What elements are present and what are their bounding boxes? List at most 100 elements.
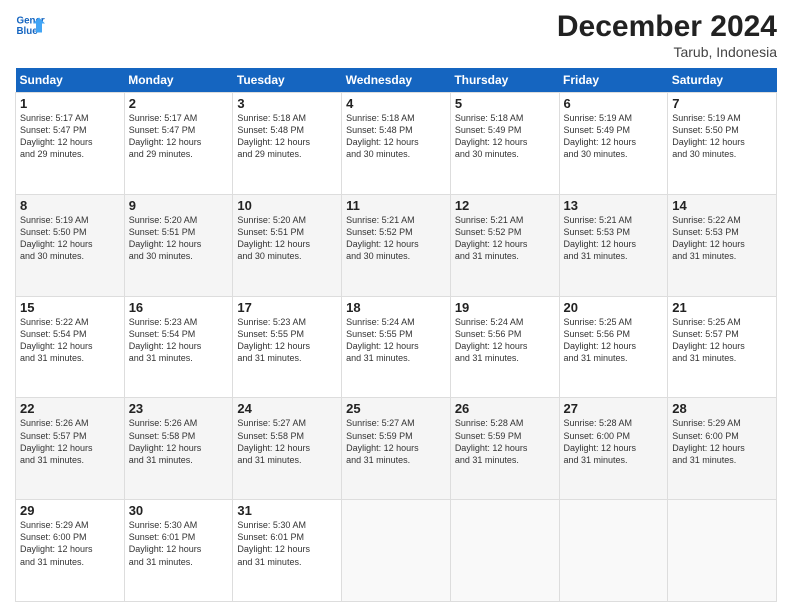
calendar-cell: 20Sunrise: 5:25 AM Sunset: 5:56 PM Dayli… — [559, 296, 668, 398]
day-info: Sunrise: 5:28 AM Sunset: 5:59 PM Dayligh… — [455, 417, 555, 466]
day-number: 4 — [346, 96, 446, 111]
calendar-cell: 7Sunrise: 5:19 AM Sunset: 5:50 PM Daylig… — [668, 93, 777, 195]
calendar-week-5: 29Sunrise: 5:29 AM Sunset: 6:00 PM Dayli… — [16, 500, 777, 602]
calendar-cell: 21Sunrise: 5:25 AM Sunset: 5:57 PM Dayli… — [668, 296, 777, 398]
day-info: Sunrise: 5:29 AM Sunset: 6:00 PM Dayligh… — [672, 417, 772, 466]
weekday-saturday: Saturday — [668, 68, 777, 93]
day-info: Sunrise: 5:19 AM Sunset: 5:49 PM Dayligh… — [564, 112, 664, 161]
location: Tarub, Indonesia — [557, 44, 777, 60]
day-info: Sunrise: 5:24 AM Sunset: 5:55 PM Dayligh… — [346, 316, 446, 365]
logo: General Blue — [15, 10, 45, 40]
calendar-cell — [450, 500, 559, 602]
day-number: 10 — [237, 198, 337, 213]
calendar-cell: 22Sunrise: 5:26 AM Sunset: 5:57 PM Dayli… — [16, 398, 125, 500]
weekday-tuesday: Tuesday — [233, 68, 342, 93]
day-number: 3 — [237, 96, 337, 111]
day-number: 20 — [564, 300, 664, 315]
weekday-sunday: Sunday — [16, 68, 125, 93]
day-number: 25 — [346, 401, 446, 416]
day-number: 2 — [129, 96, 229, 111]
day-info: Sunrise: 5:26 AM Sunset: 5:58 PM Dayligh… — [129, 417, 229, 466]
day-info: Sunrise: 5:25 AM Sunset: 5:57 PM Dayligh… — [672, 316, 772, 365]
day-info: Sunrise: 5:19 AM Sunset: 5:50 PM Dayligh… — [20, 214, 120, 263]
calendar-cell: 30Sunrise: 5:30 AM Sunset: 6:01 PM Dayli… — [124, 500, 233, 602]
day-info: Sunrise: 5:21 AM Sunset: 5:52 PM Dayligh… — [346, 214, 446, 263]
calendar-cell: 28Sunrise: 5:29 AM Sunset: 6:00 PM Dayli… — [668, 398, 777, 500]
day-info: Sunrise: 5:26 AM Sunset: 5:57 PM Dayligh… — [20, 417, 120, 466]
day-number: 13 — [564, 198, 664, 213]
day-number: 7 — [672, 96, 772, 111]
page-header: General Blue December 2024 Tarub, Indone… — [15, 10, 777, 60]
day-info: Sunrise: 5:23 AM Sunset: 5:54 PM Dayligh… — [129, 316, 229, 365]
day-number: 8 — [20, 198, 120, 213]
calendar-cell — [559, 500, 668, 602]
day-number: 17 — [237, 300, 337, 315]
day-info: Sunrise: 5:19 AM Sunset: 5:50 PM Dayligh… — [672, 112, 772, 161]
calendar-cell: 24Sunrise: 5:27 AM Sunset: 5:58 PM Dayli… — [233, 398, 342, 500]
calendar-cell: 15Sunrise: 5:22 AM Sunset: 5:54 PM Dayli… — [16, 296, 125, 398]
calendar-week-1: 1Sunrise: 5:17 AM Sunset: 5:47 PM Daylig… — [16, 93, 777, 195]
calendar-cell: 10Sunrise: 5:20 AM Sunset: 5:51 PM Dayli… — [233, 194, 342, 296]
day-number: 21 — [672, 300, 772, 315]
day-number: 15 — [20, 300, 120, 315]
day-info: Sunrise: 5:29 AM Sunset: 6:00 PM Dayligh… — [20, 519, 120, 568]
day-number: 26 — [455, 401, 555, 416]
day-number: 9 — [129, 198, 229, 213]
calendar-table: SundayMondayTuesdayWednesdayThursdayFrid… — [15, 68, 777, 602]
day-info: Sunrise: 5:21 AM Sunset: 5:52 PM Dayligh… — [455, 214, 555, 263]
title-block: December 2024 Tarub, Indonesia — [557, 10, 777, 60]
svg-text:Blue: Blue — [17, 26, 39, 37]
day-info: Sunrise: 5:22 AM Sunset: 5:53 PM Dayligh… — [672, 214, 772, 263]
day-number: 14 — [672, 198, 772, 213]
calendar-cell: 5Sunrise: 5:18 AM Sunset: 5:49 PM Daylig… — [450, 93, 559, 195]
day-info: Sunrise: 5:17 AM Sunset: 5:47 PM Dayligh… — [20, 112, 120, 161]
day-info: Sunrise: 5:18 AM Sunset: 5:48 PM Dayligh… — [346, 112, 446, 161]
logo-icon: General Blue — [15, 10, 45, 40]
day-info: Sunrise: 5:25 AM Sunset: 5:56 PM Dayligh… — [564, 316, 664, 365]
day-number: 12 — [455, 198, 555, 213]
day-number: 16 — [129, 300, 229, 315]
day-number: 11 — [346, 198, 446, 213]
day-info: Sunrise: 5:18 AM Sunset: 5:48 PM Dayligh… — [237, 112, 337, 161]
calendar-cell: 16Sunrise: 5:23 AM Sunset: 5:54 PM Dayli… — [124, 296, 233, 398]
calendar-cell: 23Sunrise: 5:26 AM Sunset: 5:58 PM Dayli… — [124, 398, 233, 500]
calendar-cell: 19Sunrise: 5:24 AM Sunset: 5:56 PM Dayli… — [450, 296, 559, 398]
day-info: Sunrise: 5:27 AM Sunset: 5:58 PM Dayligh… — [237, 417, 337, 466]
day-info: Sunrise: 5:30 AM Sunset: 6:01 PM Dayligh… — [237, 519, 337, 568]
day-info: Sunrise: 5:30 AM Sunset: 6:01 PM Dayligh… — [129, 519, 229, 568]
day-number: 30 — [129, 503, 229, 518]
calendar-cell: 25Sunrise: 5:27 AM Sunset: 5:59 PM Dayli… — [342, 398, 451, 500]
calendar-cell: 4Sunrise: 5:18 AM Sunset: 5:48 PM Daylig… — [342, 93, 451, 195]
month-title: December 2024 — [557, 10, 777, 44]
calendar-cell: 3Sunrise: 5:18 AM Sunset: 5:48 PM Daylig… — [233, 93, 342, 195]
calendar-cell: 9Sunrise: 5:20 AM Sunset: 5:51 PM Daylig… — [124, 194, 233, 296]
day-info: Sunrise: 5:17 AM Sunset: 5:47 PM Dayligh… — [129, 112, 229, 161]
day-number: 5 — [455, 96, 555, 111]
calendar-cell: 17Sunrise: 5:23 AM Sunset: 5:55 PM Dayli… — [233, 296, 342, 398]
day-info: Sunrise: 5:28 AM Sunset: 6:00 PM Dayligh… — [564, 417, 664, 466]
calendar-cell — [342, 500, 451, 602]
calendar-week-2: 8Sunrise: 5:19 AM Sunset: 5:50 PM Daylig… — [16, 194, 777, 296]
weekday-friday: Friday — [559, 68, 668, 93]
day-number: 18 — [346, 300, 446, 315]
day-info: Sunrise: 5:24 AM Sunset: 5:56 PM Dayligh… — [455, 316, 555, 365]
day-number: 29 — [20, 503, 120, 518]
day-number: 6 — [564, 96, 664, 111]
weekday-wednesday: Wednesday — [342, 68, 451, 93]
day-number: 27 — [564, 401, 664, 416]
day-info: Sunrise: 5:21 AM Sunset: 5:53 PM Dayligh… — [564, 214, 664, 263]
day-info: Sunrise: 5:20 AM Sunset: 5:51 PM Dayligh… — [237, 214, 337, 263]
calendar-week-3: 15Sunrise: 5:22 AM Sunset: 5:54 PM Dayli… — [16, 296, 777, 398]
day-number: 23 — [129, 401, 229, 416]
day-info: Sunrise: 5:27 AM Sunset: 5:59 PM Dayligh… — [346, 417, 446, 466]
calendar-cell: 6Sunrise: 5:19 AM Sunset: 5:49 PM Daylig… — [559, 93, 668, 195]
day-info: Sunrise: 5:23 AM Sunset: 5:55 PM Dayligh… — [237, 316, 337, 365]
day-info: Sunrise: 5:20 AM Sunset: 5:51 PM Dayligh… — [129, 214, 229, 263]
day-info: Sunrise: 5:18 AM Sunset: 5:49 PM Dayligh… — [455, 112, 555, 161]
calendar-cell — [668, 500, 777, 602]
calendar-cell: 18Sunrise: 5:24 AM Sunset: 5:55 PM Dayli… — [342, 296, 451, 398]
weekday-monday: Monday — [124, 68, 233, 93]
day-number: 22 — [20, 401, 120, 416]
calendar-cell: 26Sunrise: 5:28 AM Sunset: 5:59 PM Dayli… — [450, 398, 559, 500]
calendar-cell: 8Sunrise: 5:19 AM Sunset: 5:50 PM Daylig… — [16, 194, 125, 296]
